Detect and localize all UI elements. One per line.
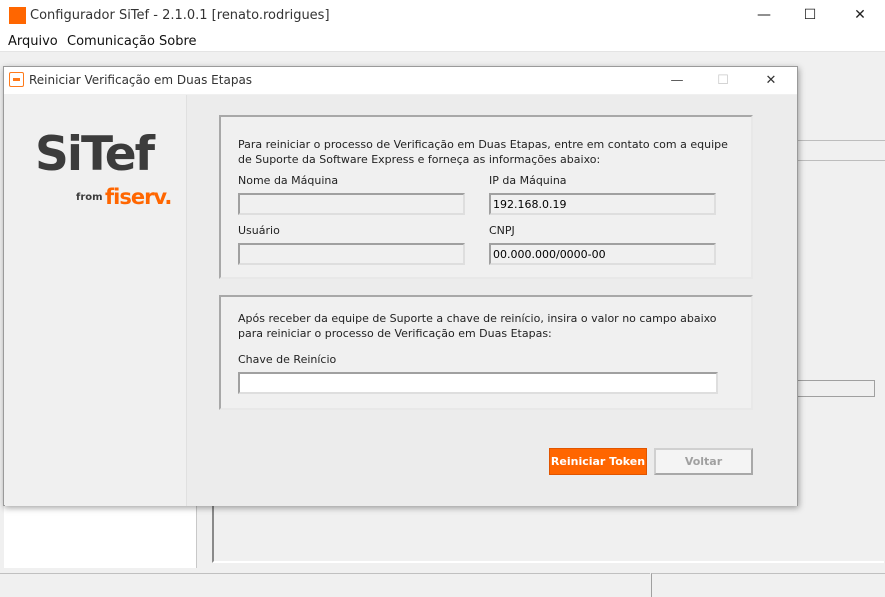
background-divider: [797, 160, 885, 161]
dialog-maximize-button: ☐: [717, 72, 729, 88]
key-instructions-line-1: Após receber da equipe de Suporte a chav…: [238, 312, 717, 325]
background-divider: [797, 140, 885, 141]
dialog-title: Reiniciar Verificação em Duas Etapas: [29, 73, 253, 87]
main-menubar: Arquivo Comunicação Sobre: [0, 32, 885, 52]
user-label: Usuário: [238, 224, 280, 237]
status-bar-left: [0, 573, 650, 597]
logo-panel: SiTef from fiserv.: [5, 95, 186, 506]
main-minimize-button[interactable]: —: [741, 0, 787, 30]
sitef-logo: SiTef: [35, 127, 155, 182]
cnpj-field: 00.000.000/0000-00: [489, 243, 716, 265]
main-window-title: Configurador SiTef - 2.1.0.1 [renato.rod…: [30, 8, 330, 23]
main-titlebar: Configurador SiTef - 2.1.0.1 [renato.rod…: [0, 0, 885, 32]
restart-token-button[interactable]: Reiniciar Token: [549, 448, 647, 475]
app-icon: [9, 7, 26, 24]
dialog-app-icon: [9, 72, 24, 87]
fiserv-logo: fiserv.: [105, 185, 172, 209]
background-left-pane: [4, 505, 197, 568]
instructions-line-2: de Suporte da Software Express e forneça…: [238, 153, 601, 166]
machine-name-field: [238, 193, 465, 215]
menu-comunicacao[interactable]: Comunicação: [67, 34, 155, 49]
restart-2fa-dialog: Reiniciar Verificação em Duas Etapas — ☐…: [3, 66, 798, 506]
restart-key-input[interactable]: [238, 372, 718, 394]
restart-key-label: Chave de Reinício: [238, 353, 337, 366]
machine-name-label: Nome da Máquina: [238, 174, 339, 187]
main-maximize-button[interactable]: ☐: [787, 0, 833, 30]
machine-info-group: Para reiniciar o processo de Verificação…: [219, 115, 753, 279]
menu-arquivo[interactable]: Arquivo: [8, 34, 58, 49]
background-field: [797, 380, 875, 397]
cnpj-label: CNPJ: [489, 224, 515, 237]
back-button: Voltar: [654, 448, 753, 475]
status-bar-right: [651, 573, 885, 597]
main-close-button[interactable]: ✕: [837, 0, 883, 30]
restart-key-group: Após receber da equipe de Suporte a chav…: [219, 295, 753, 410]
user-field: [238, 243, 465, 265]
dialog-close-button[interactable]: ✕: [748, 67, 794, 93]
machine-ip-label: IP da Máquina: [489, 174, 567, 187]
machine-ip-field: 192.168.0.19: [489, 193, 716, 215]
background-bottom-panel: [212, 505, 884, 563]
dialog-minimize-button[interactable]: —: [654, 67, 700, 93]
dialog-content: Para reiniciar o processo de Verificação…: [186, 95, 797, 506]
key-instructions-line-2: para reiniciar o processo de Verificação…: [238, 327, 552, 340]
menu-sobre[interactable]: Sobre: [159, 34, 197, 49]
instructions-line-1: Para reiniciar o processo de Verificação…: [238, 138, 728, 151]
dialog-titlebar: Reiniciar Verificação em Duas Etapas — ☐…: [4, 67, 797, 94]
logo-from-text: from: [76, 192, 103, 203]
